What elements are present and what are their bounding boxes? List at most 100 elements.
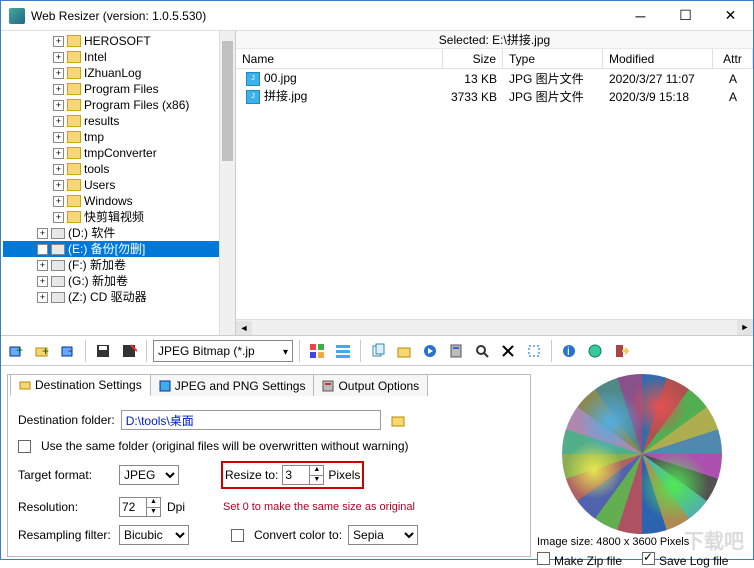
tab-destination[interactable]: Destination Settings xyxy=(10,374,151,396)
folder-tree[interactable]: +HEROSOFT+Intel+IZhuanLog+Program Files+… xyxy=(1,31,236,335)
expand-icon[interactable]: + xyxy=(53,68,64,79)
res-down[interactable]: ▼ xyxy=(146,508,160,517)
tree-folder[interactable]: +Windows xyxy=(3,193,235,209)
save-log-label: Save Log file xyxy=(659,554,728,568)
tree-folder[interactable]: + IZhuanLog xyxy=(3,65,235,81)
save-button[interactable] xyxy=(92,340,114,362)
copy-button[interactable] xyxy=(367,340,389,362)
delete-button[interactable] xyxy=(497,340,519,362)
tab-jpeg-png[interactable]: JPEG and PNG Settings xyxy=(150,374,315,396)
scroll-right-button[interactable]: ► xyxy=(737,320,753,335)
resolution-label: Resolution: xyxy=(18,500,113,514)
folder-icon xyxy=(67,179,81,191)
exit-button[interactable] xyxy=(610,340,632,362)
tree-drive[interactable]: +(F:) 新加卷 xyxy=(3,257,235,273)
resize-up[interactable]: ▲ xyxy=(309,466,323,476)
tree-scrollbar[interactable] xyxy=(219,31,235,335)
open-button[interactable] xyxy=(393,340,415,362)
file-list[interactable]: Name Size Type Modified Attr J00.jpg 13 … xyxy=(236,49,753,335)
minimize-button[interactable]: ─ xyxy=(618,1,663,30)
resize-spinner[interactable]: ▲▼ xyxy=(282,465,324,485)
zoom-button[interactable] xyxy=(471,340,493,362)
tree-folder[interactable]: +Intel xyxy=(3,49,235,65)
expand-icon[interactable]: + xyxy=(53,180,64,191)
file-list-header[interactable]: Name Size Type Modified Attr xyxy=(236,49,753,69)
tree-drive[interactable]: +(D:) 软件 xyxy=(3,225,235,241)
tree-drive[interactable]: +(G:) 新加卷 xyxy=(3,273,235,289)
format-combo[interactable]: JPEG Bitmap (*.jp xyxy=(153,340,293,362)
thumbnails-button[interactable] xyxy=(306,340,328,362)
tree-drive[interactable]: +(Z:) CD 驱动器 xyxy=(3,289,235,305)
target-format-select[interactable]: JPEG xyxy=(119,465,179,485)
tree-label: IZhuanLog xyxy=(84,65,141,81)
tree-folder[interactable]: +HEROSOFT xyxy=(3,33,235,49)
col-attr[interactable]: Attr xyxy=(713,49,753,68)
run-button[interactable] xyxy=(419,340,441,362)
file-list-hscroll[interactable]: ◄ ► xyxy=(236,319,753,335)
expand-icon[interactable]: + xyxy=(53,164,64,175)
convert-color-checkbox[interactable] xyxy=(231,529,244,542)
expand-icon[interactable]: + xyxy=(53,36,64,47)
resize-input[interactable] xyxy=(283,466,309,484)
settings-button[interactable] xyxy=(445,340,467,362)
list-button[interactable] xyxy=(332,340,354,362)
col-size[interactable]: Size xyxy=(443,49,503,68)
resolution-input[interactable] xyxy=(120,498,146,516)
expand-icon[interactable]: + xyxy=(53,100,64,111)
tree-folder[interactable]: +Users xyxy=(3,177,235,193)
expand-icon[interactable]: + xyxy=(37,260,48,271)
scroll-left-button[interactable]: ◄ xyxy=(236,321,252,335)
tree-folder[interactable]: +tmp xyxy=(3,129,235,145)
tree-folder[interactable]: +results xyxy=(3,113,235,129)
browse-folder-button[interactable] xyxy=(387,409,409,431)
make-zip-checkbox[interactable] xyxy=(537,552,550,565)
res-up[interactable]: ▲ xyxy=(146,498,160,508)
expand-icon[interactable]: + xyxy=(53,196,64,207)
tab-jpeg-png-label: JPEG and PNG Settings xyxy=(175,379,306,393)
dest-folder-input[interactable] xyxy=(121,410,381,430)
tree-drive[interactable]: +(E:) 备份[勿删] xyxy=(3,241,235,257)
expand-icon[interactable]: + xyxy=(53,132,64,143)
crop-button[interactable] xyxy=(523,340,545,362)
tab-destination-label: Destination Settings xyxy=(35,378,142,392)
close-button[interactable]: ✕ xyxy=(708,1,753,30)
tree-folder[interactable]: +快剪辑视频 xyxy=(3,209,235,225)
resize-down[interactable]: ▼ xyxy=(309,476,323,485)
folder-icon xyxy=(67,67,81,79)
titlebar: Web Resizer (version: 1.0.5.530) ─ ☐ ✕ xyxy=(1,1,753,31)
add-files-button[interactable]: + xyxy=(5,340,27,362)
file-row[interactable]: J拼接.jpg 3733 KB JPG 图片文件 2020/3/9 15:18 … xyxy=(236,87,753,105)
tab-output[interactable]: Output Options xyxy=(313,374,428,396)
resolution-spinner[interactable]: ▲▼ xyxy=(119,497,161,517)
expand-icon[interactable]: + xyxy=(53,116,64,127)
expand-icon[interactable]: + xyxy=(37,292,48,303)
tree-folder[interactable]: +Program Files (x86) xyxy=(3,97,235,113)
folder-icon xyxy=(67,163,81,175)
col-modified[interactable]: Modified xyxy=(603,49,713,68)
tree-folder[interactable]: +Program Files xyxy=(3,81,235,97)
col-name[interactable]: Name xyxy=(236,49,443,68)
expand-icon[interactable]: + xyxy=(37,244,48,255)
convert-color-select[interactable]: Sepia xyxy=(348,525,418,545)
web-button[interactable] xyxy=(584,340,606,362)
expand-icon[interactable]: + xyxy=(53,212,64,223)
file-row[interactable]: J00.jpg 13 KB JPG 图片文件 2020/3/27 11:07 A xyxy=(236,69,753,87)
tree-folder[interactable]: +tools xyxy=(3,161,235,177)
tree-folder[interactable]: +tmpConverter xyxy=(3,145,235,161)
expand-icon[interactable]: + xyxy=(37,276,48,287)
expand-icon[interactable]: + xyxy=(53,148,64,159)
export-button[interactable] xyxy=(118,340,140,362)
save-log-checkbox[interactable] xyxy=(642,552,655,565)
expand-icon[interactable]: + xyxy=(53,52,64,63)
resample-select[interactable]: Bicubic xyxy=(119,525,189,545)
expand-icon[interactable]: + xyxy=(53,84,64,95)
remove-files-button[interactable]: - xyxy=(57,340,79,362)
add-folder-button[interactable]: + xyxy=(31,340,53,362)
same-folder-checkbox[interactable] xyxy=(18,440,31,453)
expand-icon[interactable]: + xyxy=(37,228,48,239)
info-button[interactable]: i xyxy=(558,340,580,362)
maximize-button[interactable]: ☐ xyxy=(663,1,708,30)
col-type[interactable]: Type xyxy=(503,49,603,68)
folder-icon xyxy=(67,131,81,143)
resize-label: Resize to: xyxy=(225,468,278,482)
